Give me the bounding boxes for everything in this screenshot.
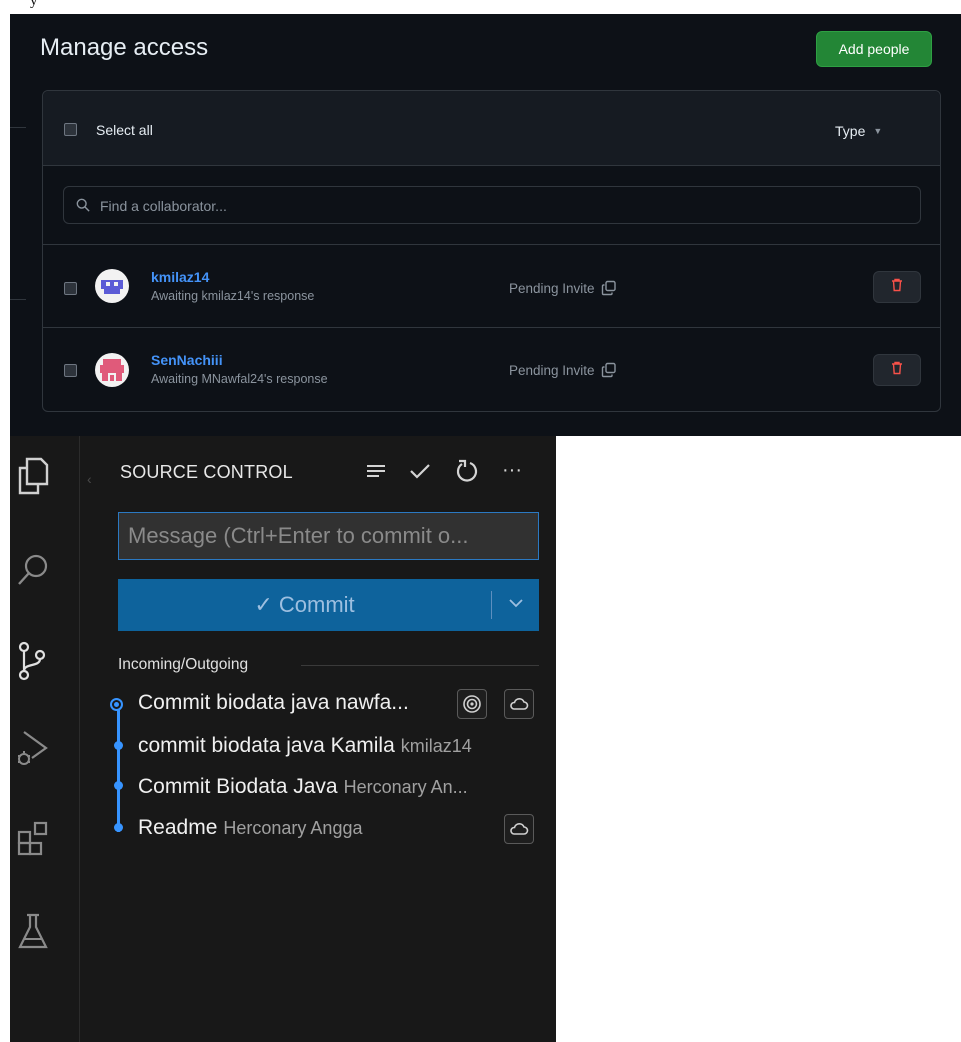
cloud-icon[interactable] [504,689,534,719]
graph-node [114,741,123,750]
commit-author: kmilaz14 [400,736,472,756]
commit-message: Commit Biodata Java [138,775,338,798]
chevron-left-icon: ‹ [87,471,92,487]
remove-collaborator-button[interactable] [873,271,921,303]
select-all-label[interactable]: Select all [96,122,153,138]
copy-link-icon[interactable] [601,280,617,299]
commit-button[interactable]: ✓ Commit [118,579,491,631]
commit-item[interactable]: Readme Herconary Angga [138,816,362,840]
panel-title: SOURCE CONTROL [120,462,293,482]
panel-toolbar: ··· [361,456,541,486]
source-control-icon[interactable] [16,641,52,681]
search-icon [76,198,90,217]
commit-dropdown-button[interactable] [492,579,539,631]
extensions-icon[interactable] [16,820,52,860]
commit-button-group: ✓ Commit [118,579,539,631]
divider [10,299,26,300]
refresh-icon[interactable] [452,456,482,486]
commit-message: Commit biodata java nawfa... [138,691,409,714]
commit-item[interactable]: commit biodata java Kamila kmilaz14 [138,734,472,758]
select-all-checkbox[interactable] [64,123,77,136]
collaborator-status: Awaiting MNawfal24's response [151,372,328,386]
check-icon[interactable] [405,456,435,486]
search-row [43,166,940,245]
avatar[interactable] [95,269,129,303]
top-cropped-strip: y [0,0,961,14]
commit-message-input[interactable] [119,513,538,559]
divider [10,127,26,128]
caret-down-icon: ▼ [873,126,883,136]
run-debug-icon[interactable] [16,728,52,768]
type-filter-dropdown[interactable]: Type ▼ [835,123,882,139]
type-filter-label: Type [835,123,866,139]
collaborators-box: Select all Type ▼ Find a collaborator...… [42,90,941,412]
divider [301,665,539,666]
incoming-outgoing-header[interactable]: Incoming/Outgoing [118,656,248,674]
collaborator-username[interactable]: kmilaz14 [151,269,209,285]
search-icon[interactable] [16,550,52,590]
find-collaborator-input[interactable] [98,187,902,225]
row-checkbox[interactable] [64,282,77,295]
cloud-icon[interactable] [504,814,534,844]
pending-invite: Pending Invite [509,280,617,299]
collaborator-row: kmilaz14 Awaiting kmilaz14's response Pe… [43,245,940,328]
commit-message-box[interactable] [118,512,539,560]
avatar[interactable] [95,353,129,387]
find-collaborator-field[interactable] [63,186,921,225]
collaborator-status: Awaiting kmilaz14's response [151,289,315,303]
activity-bar [10,436,80,1042]
graph-node-current [110,698,123,711]
trash-icon [891,278,903,297]
commit-message: commit biodata java Kamila [138,734,395,757]
add-people-button[interactable]: Add people [816,31,932,67]
commit-item[interactable]: Commit Biodata Java Herconary An... [138,775,468,799]
more-icon[interactable]: ··· [497,456,527,486]
graph-node [114,781,123,790]
commit-item[interactable]: Commit biodata java nawfa... [138,691,409,715]
source-control-view: ‹ SOURCE CONTROL ··· ✓ Commit Incoming/O… [10,436,556,1042]
manage-access-panel: Manage access Add people Select all Type… [10,14,961,436]
list-flat-icon[interactable] [361,456,391,486]
copy-link-icon[interactable] [601,362,617,381]
trash-icon [891,361,903,380]
pending-invite-label: Pending Invite [509,281,595,296]
commit-message: Readme [138,816,218,839]
row-checkbox[interactable] [64,364,77,377]
history-graph-line [117,704,120,832]
remove-collaborator-button[interactable] [873,354,921,386]
graph-node [114,823,123,832]
target-icon[interactable] [457,689,487,719]
pending-invite: Pending Invite [509,362,617,381]
commit-author: Herconary Angga [223,818,363,838]
chevron-down-icon [508,596,524,614]
commit-author: Herconary An... [343,777,468,797]
page-title: Manage access [40,34,209,61]
explorer-icon[interactable] [16,456,52,496]
collaborator-username[interactable]: SenNachiii [151,352,223,368]
testing-icon[interactable] [16,911,52,951]
cropped-text: y [30,0,38,9]
collaborator-row: SenNachiii Awaiting MNawfal24's response… [43,328,940,412]
list-header: Select all Type ▼ [43,91,940,166]
pending-invite-label: Pending Invite [509,363,595,378]
